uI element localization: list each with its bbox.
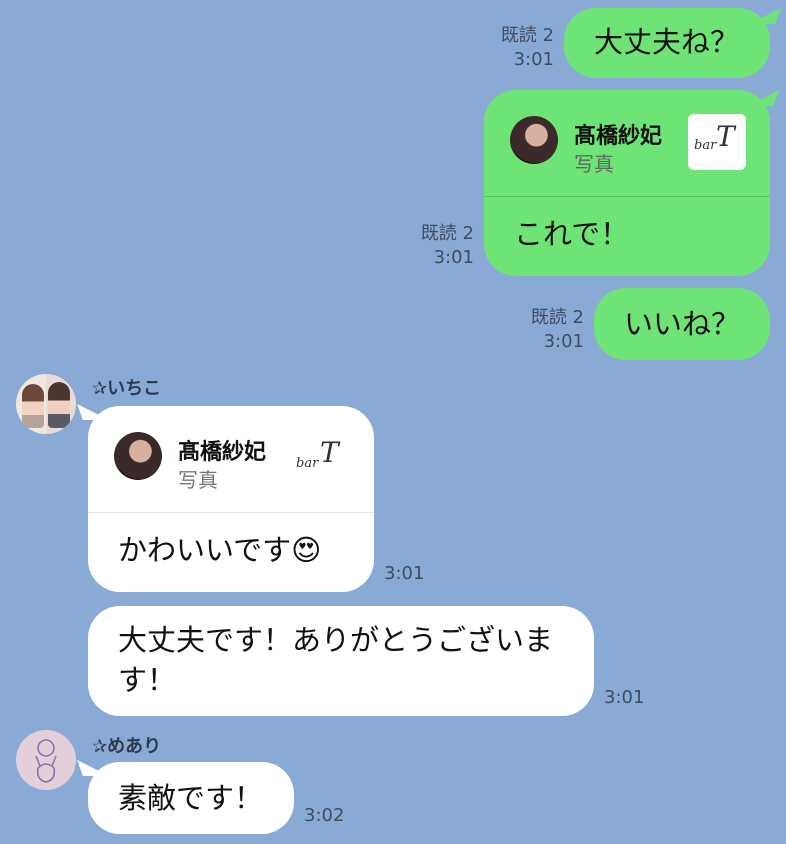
logo-text: bar: [296, 456, 319, 471]
avatar-figure-left: [22, 384, 44, 428]
message-time: 3:02: [304, 805, 345, 826]
message-time: 3:01: [604, 687, 645, 708]
sender-avatar[interactable]: [16, 374, 76, 434]
avatar-figure-right: [48, 382, 70, 428]
bar-logo-thumbnail[interactable]: bar T: [292, 430, 350, 486]
read-status: 既読 2: [530, 307, 584, 328]
message-text: これで！: [514, 217, 630, 251]
message-text-line1: 大丈夫です！ありがとうございま: [118, 623, 554, 657]
message-text-line2: す！: [118, 663, 177, 697]
read-receipt: 既読 2 3:01: [470, 24, 554, 72]
shared-photo-message[interactable]: 髙橋紗妃 写真 bar T かわいいです😍: [88, 406, 374, 592]
bubble-tail: [749, 90, 779, 106]
read-status: 既読 2: [500, 25, 554, 46]
sender-avatar[interactable]: [16, 730, 76, 790]
sender-name: ✰めあり: [92, 736, 162, 757]
logo-mark: T: [716, 120, 735, 153]
message-text: いいね？: [624, 307, 741, 341]
message-text: 大丈夫ね？: [594, 25, 740, 59]
contact-avatar[interactable]: [510, 116, 558, 164]
card-divider: [88, 512, 374, 513]
read-receipt: 既読 2 3:01: [390, 222, 474, 270]
card-divider: [484, 196, 770, 197]
card-contact-name: 髙橋紗妃: [574, 124, 663, 149]
card-contact-name: 髙橋紗妃: [178, 440, 267, 465]
message-bubble-incoming[interactable]: 大丈夫です！ありがとうございま す！: [88, 606, 594, 716]
read-status: 既読 2: [420, 223, 474, 244]
message-time: 3:01: [543, 331, 584, 352]
message-time: 3:01: [433, 247, 474, 268]
message-text-body: かわいいです: [118, 533, 292, 567]
heart-eyes-emoji: 😍: [291, 533, 322, 567]
message-time: 3:01: [384, 563, 425, 584]
contact-avatar[interactable]: [114, 432, 162, 480]
message-bubble-incoming[interactable]: 素敵です！: [88, 762, 294, 834]
logo-mark: T: [320, 436, 339, 469]
card-subtitle: 写真: [574, 152, 614, 176]
card-subtitle: 写真: [178, 468, 218, 492]
message-text: かわいいです😍: [118, 530, 321, 570]
bar-logo-thumbnail[interactable]: bar T: [688, 114, 746, 170]
sender-name: ✰いちこ: [92, 378, 162, 399]
shared-photo-message[interactable]: 髙橋紗妃 写真 bar T これで！: [484, 90, 770, 276]
avatar-doodle-icon: [35, 739, 57, 783]
bubble-tail: [749, 8, 781, 24]
message-text: 素敵です！: [118, 781, 264, 815]
read-receipt: 既読 2 3:01: [500, 306, 584, 354]
message-bubble-outgoing[interactable]: 大丈夫ね？: [564, 8, 770, 78]
message-time: 3:01: [513, 49, 554, 70]
logo-text: bar: [694, 138, 717, 153]
message-bubble-outgoing[interactable]: いいね？: [594, 288, 770, 360]
